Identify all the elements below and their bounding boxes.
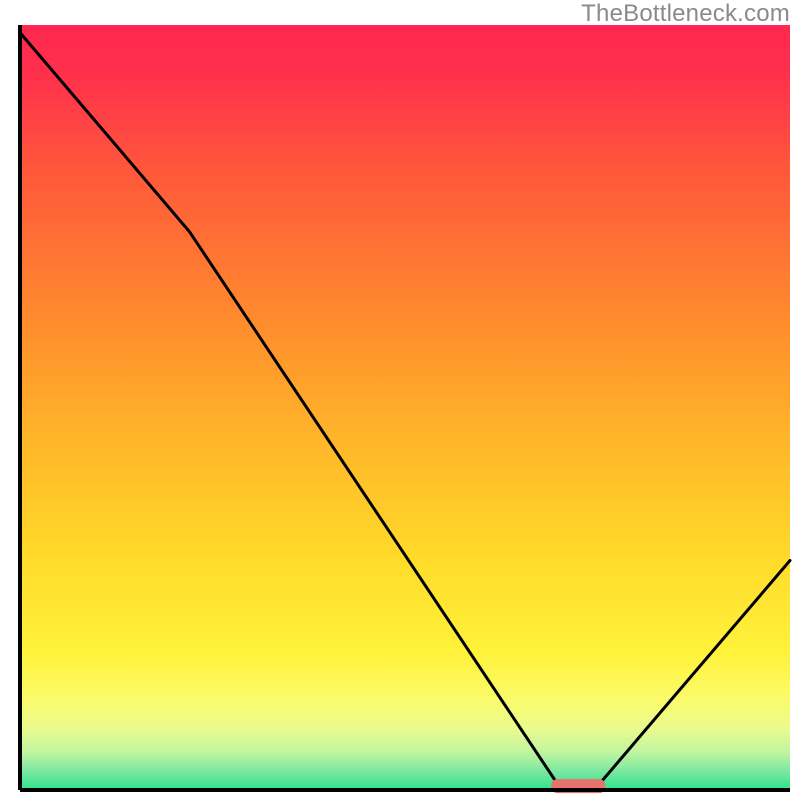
bottleneck-chart xyxy=(0,0,800,800)
watermark-text: TheBottleneck.com xyxy=(581,0,790,28)
plot-background xyxy=(20,25,790,790)
